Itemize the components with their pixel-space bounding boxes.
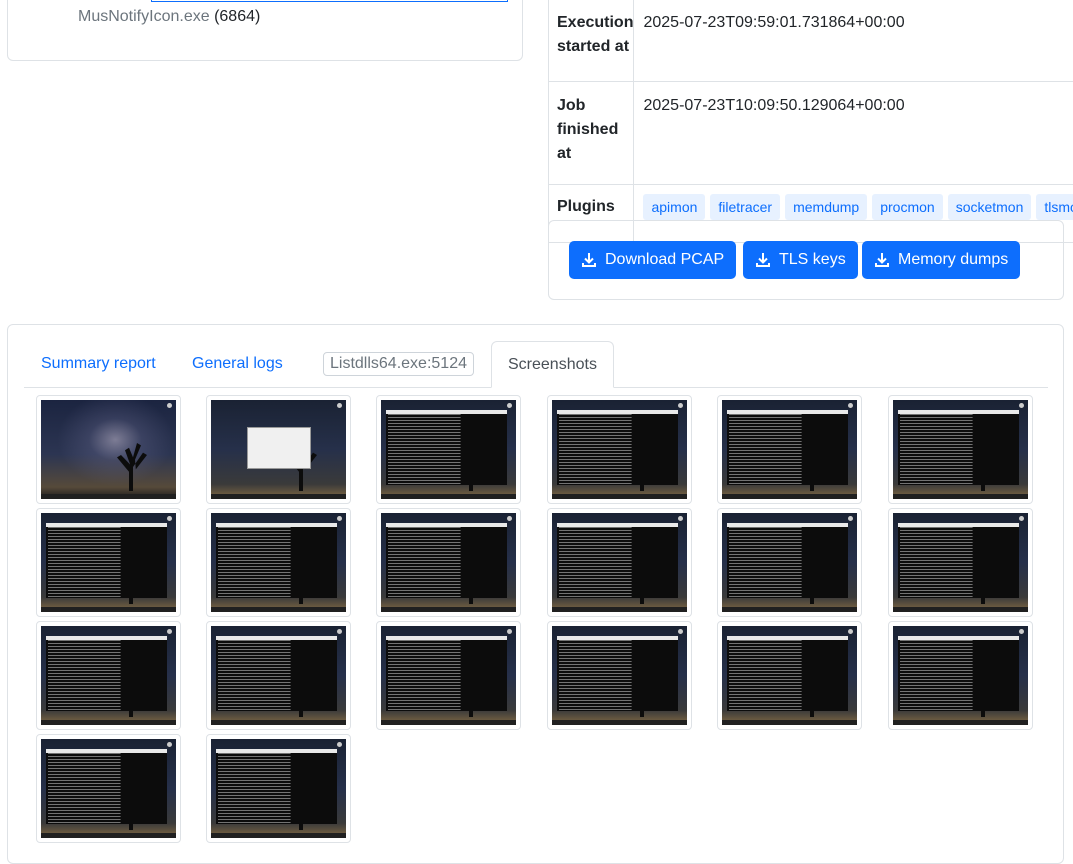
tab-screenshots[interactable]: Screenshots <box>491 341 614 388</box>
plugin-badge: filetracer <box>710 194 780 220</box>
screenshot-image <box>211 626 346 725</box>
screenshot-image <box>722 400 857 499</box>
report-card: Summary report General logs Listdlls64.e… <box>7 324 1064 864</box>
process-pid: (6864) <box>214 8 260 25</box>
screenshot-image <box>211 513 346 612</box>
screenshot-thumbnail[interactable] <box>547 508 692 617</box>
table-row: Execution started at 2025-07-23T09:59:01… <box>549 0 1073 82</box>
screenshot-image <box>552 400 687 499</box>
screenshot-thumbnail[interactable] <box>547 621 692 730</box>
screenshot-thumbnail[interactable] <box>376 395 521 504</box>
tab-process-log[interactable]: Listdlls64.exe:5124 <box>323 341 474 387</box>
process-pill-label: Listdlls64.exe:5124 <box>323 352 474 376</box>
memory-dumps-button[interactable]: Memory dumps <box>862 241 1020 279</box>
downloads-card: Download PCAP TLS keys Memory dumps <box>548 220 1064 300</box>
screenshot-image <box>211 739 346 838</box>
screenshot-image <box>381 626 516 725</box>
process-name: MusNotifyIcon.exe <box>78 8 210 25</box>
screenshot-thumbnail[interactable] <box>206 508 351 617</box>
screenshot-image <box>41 513 176 612</box>
download-icon <box>874 252 890 268</box>
screenshot-thumbnail[interactable] <box>36 508 181 617</box>
plugin-badge: memdump <box>785 194 867 220</box>
screenshot-image <box>211 400 346 499</box>
plugin-badge: procmon <box>872 194 942 220</box>
screenshot-image <box>893 626 1028 725</box>
screenshot-image <box>722 626 857 725</box>
download-pcap-button[interactable]: Download PCAP <box>569 241 736 279</box>
execution-started-label: Execution started at <box>549 0 634 82</box>
plugin-badge: tlsmon <box>1036 194 1073 220</box>
screenshot-thumbnail[interactable] <box>36 734 181 843</box>
screenshot-thumbnail[interactable] <box>888 395 1033 504</box>
tls-keys-button[interactable]: TLS keys <box>743 241 858 279</box>
screenshot-thumbnail[interactable] <box>717 395 862 504</box>
plugin-badge: apimon <box>643 194 705 220</box>
screenshot-thumbnail[interactable] <box>376 508 521 617</box>
screenshot-image <box>41 739 176 838</box>
process-tree-card: MusNotifyIcon.exe (6864) <box>7 0 523 61</box>
table-row: Job finished at 2025-07-23T10:09:50.1290… <box>549 82 1073 185</box>
screenshot-thumbnail[interactable] <box>717 508 862 617</box>
execution-started-value: 2025-07-23T09:59:01.731864+00:00 <box>634 0 1073 82</box>
tls-keys-label: TLS keys <box>779 251 846 269</box>
screenshot-thumbnail[interactable] <box>206 734 351 843</box>
screenshot-thumbnail[interactable] <box>206 621 351 730</box>
screenshot-thumbnail[interactable] <box>717 621 862 730</box>
tab-summary-report[interactable]: Summary report <box>41 341 156 387</box>
screenshot-image <box>893 513 1028 612</box>
screenshot-thumbnail[interactable] <box>376 621 521 730</box>
screenshot-image <box>893 400 1028 499</box>
screenshot-thumbnail[interactable] <box>888 621 1033 730</box>
download-icon <box>755 252 771 268</box>
download-icon <box>581 252 597 268</box>
analysis-info-table: Execution started at 2025-07-23T09:59:01… <box>548 0 1073 243</box>
selected-process-highlight[interactable] <box>151 0 508 2</box>
screenshot-thumbnail[interactable] <box>888 508 1033 617</box>
screenshot-image <box>722 513 857 612</box>
screenshot-image <box>41 626 176 725</box>
job-finished-value: 2025-07-23T10:09:50.129064+00:00 <box>634 82 1073 185</box>
process-tree-item[interactable]: MusNotifyIcon.exe (6864) <box>78 8 260 26</box>
screenshot-image <box>552 513 687 612</box>
screenshot-thumbnail[interactable] <box>547 395 692 504</box>
screenshot-image <box>381 400 516 499</box>
memory-dumps-label: Memory dumps <box>898 251 1008 269</box>
screenshot-thumbnail[interactable] <box>36 621 181 730</box>
screenshot-thumbnail[interactable] <box>206 395 351 504</box>
job-finished-label: Job finished at <box>549 82 634 185</box>
report-tabs: Summary report General logs Listdlls64.e… <box>24 341 1048 388</box>
screenshot-image <box>381 513 516 612</box>
screenshot-image <box>552 626 687 725</box>
tab-general-logs[interactable]: General logs <box>192 341 283 387</box>
download-pcap-label: Download PCAP <box>605 251 724 269</box>
screenshot-thumbnail[interactable] <box>36 395 181 504</box>
plugin-badge: socketmon <box>948 194 1032 220</box>
screenshot-image <box>41 400 176 499</box>
